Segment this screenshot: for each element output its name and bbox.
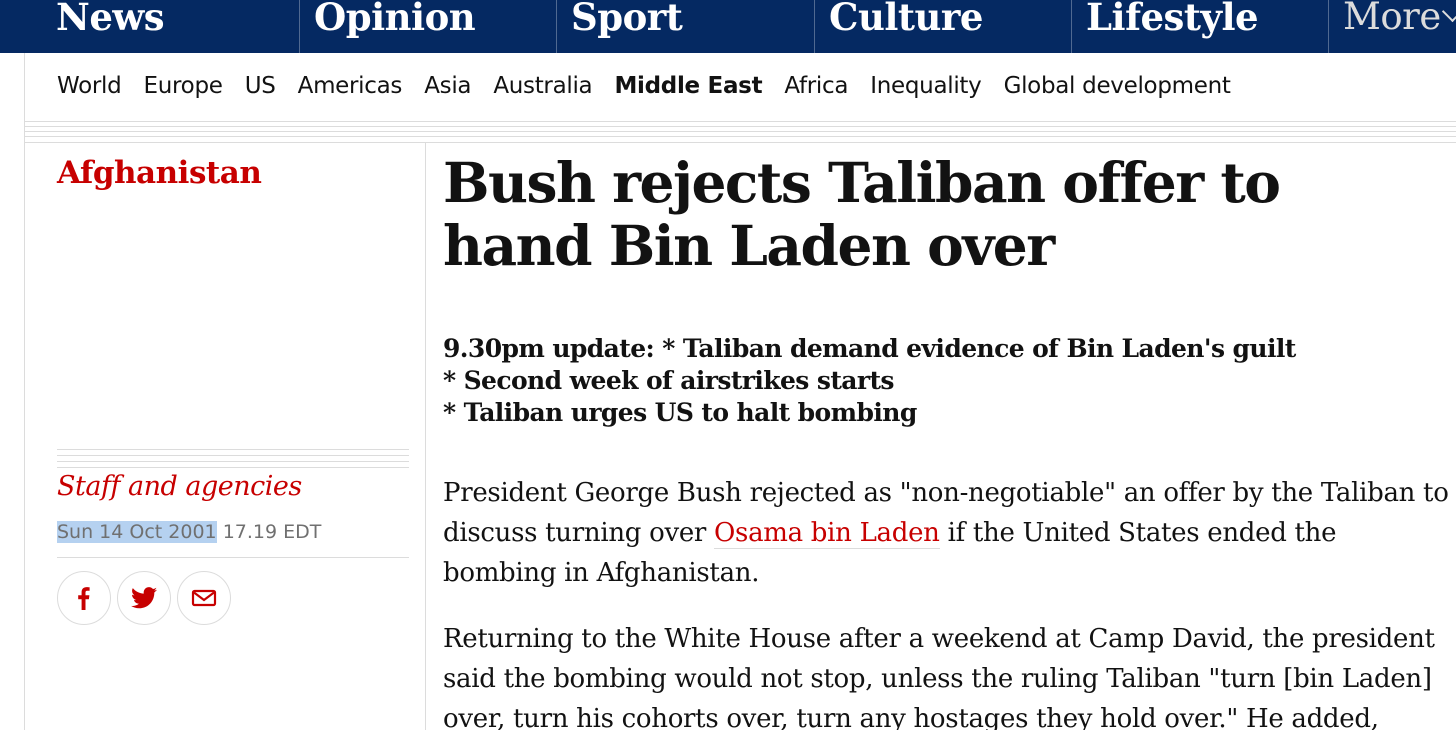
share-twitter-button[interactable] bbox=[117, 571, 171, 625]
subnav-item-europe[interactable]: Europe bbox=[144, 73, 223, 99]
article-standfirst: 9.30pm update: * Taliban demand evidence… bbox=[443, 333, 1443, 429]
byline[interactable]: Staff and agencies bbox=[57, 471, 302, 502]
share-facebook-button[interactable] bbox=[57, 571, 111, 625]
section-label[interactable]: Afghanistan bbox=[57, 155, 262, 191]
dateline-time: 17.19 EDT bbox=[216, 521, 322, 543]
subnav-item-americas[interactable]: Americas bbox=[298, 73, 403, 99]
pillar-sport[interactable]: Sport bbox=[556, 0, 683, 53]
subnav-item-inequality[interactable]: Inequality bbox=[870, 73, 982, 99]
pillar-more-label: More bbox=[1343, 0, 1441, 38]
pillar-more[interactable]: More bbox=[1328, 0, 1456, 53]
subnav-item-world[interactable]: World bbox=[57, 73, 122, 99]
dateline: Sun 14 Oct 2001 17.19 EDT bbox=[57, 521, 321, 543]
facebook-icon bbox=[78, 587, 90, 610]
pillar-opinion[interactable]: Opinion bbox=[299, 0, 476, 53]
sub-nav: World Europe US Americas Asia Australia … bbox=[24, 53, 1456, 121]
standfirst-line: * Second week of airstrikes starts bbox=[443, 366, 894, 395]
subnav-item-global-development[interactable]: Global development bbox=[1004, 73, 1231, 99]
body-paragraph: President George Bush rejected as "non-n… bbox=[443, 473, 1456, 593]
chevron-down-icon bbox=[1441, 0, 1456, 23]
pillar-lifestyle[interactable]: Lifestyle bbox=[1071, 0, 1259, 53]
article-main: Bush rejects Taliban offer to hand Bin L… bbox=[443, 143, 1456, 730]
pillar-news[interactable]: News bbox=[42, 0, 165, 53]
pillar-nav: News Opinion Sport Culture Lifestyle Mor… bbox=[0, 0, 1456, 53]
email-icon bbox=[191, 589, 217, 607]
subnav-item-africa[interactable]: Africa bbox=[784, 73, 848, 99]
meta-divider bbox=[57, 449, 409, 469]
share-email-button[interactable] bbox=[177, 571, 231, 625]
nav-divider bbox=[24, 121, 1456, 143]
article-headline: Bush rejects Taliban offer to hand Bin L… bbox=[443, 150, 1281, 278]
osama-bin-laden-link[interactable]: Osama bin Laden bbox=[714, 518, 940, 549]
subnav-item-us[interactable]: US bbox=[245, 73, 276, 99]
article-body: President George Bush rejected as "non-n… bbox=[443, 473, 1456, 730]
sub-nav-list: World Europe US Americas Asia Australia … bbox=[57, 73, 1248, 99]
standfirst-line: 9.30pm update: * Taliban demand evidence… bbox=[443, 334, 1296, 363]
pillar-culture[interactable]: Culture bbox=[814, 0, 983, 53]
subnav-item-australia[interactable]: Australia bbox=[493, 73, 592, 99]
article-meta-column: Afghanistan Staff and agencies Sun 14 Oc… bbox=[24, 143, 426, 730]
meta-bottom-rule bbox=[57, 557, 409, 558]
standfirst-line: * Taliban urges US to halt bombing bbox=[443, 398, 917, 427]
dateline-date: Sun 14 Oct 2001 bbox=[57, 521, 217, 543]
twitter-icon bbox=[131, 587, 157, 609]
subnav-item-asia[interactable]: Asia bbox=[424, 73, 471, 99]
subnav-item-middle-east[interactable]: Middle East bbox=[614, 73, 762, 99]
body-paragraph: Returning to the White House after a wee… bbox=[443, 624, 1435, 730]
